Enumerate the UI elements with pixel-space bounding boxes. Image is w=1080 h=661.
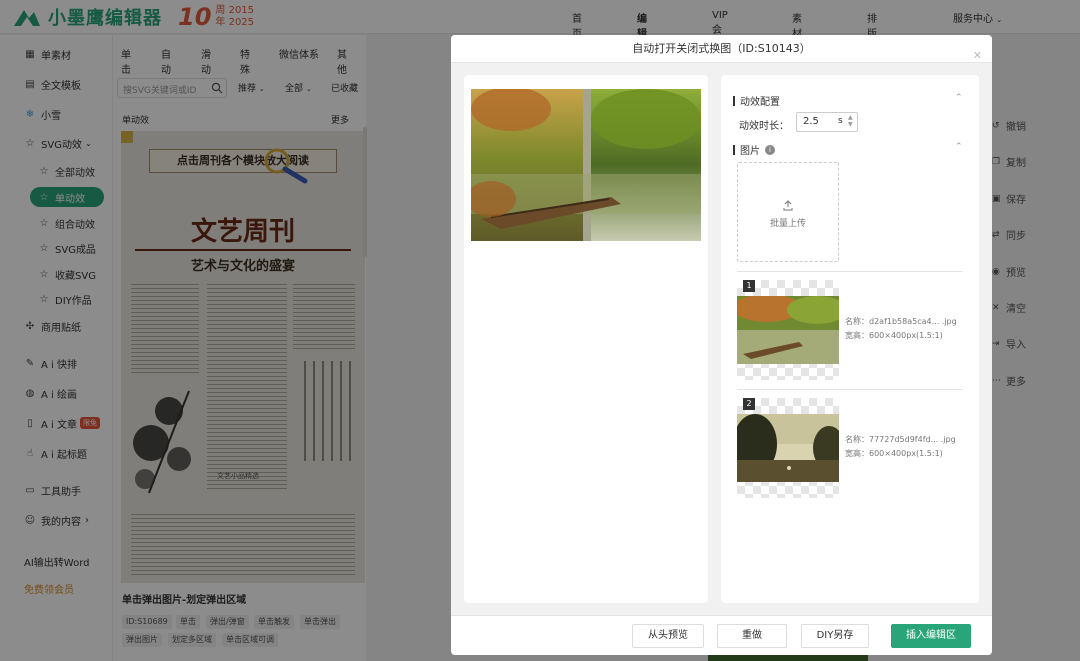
info-icon[interactable]: i [765, 144, 775, 155]
batch-upload-button[interactable]: 批量上传 [737, 162, 839, 262]
modal-title: 自动打开关闭式换图（ID:S10143） [632, 42, 811, 55]
upload-label: 批量上传 [769, 219, 806, 229]
image-item-2-thumbnail[interactable] [737, 398, 839, 498]
modal-header: 自动打开关闭式换图（ID:S10143） ✕ [451, 35, 992, 63]
stepper-down-icon[interactable]: ▼ [848, 121, 853, 128]
stepper-up-icon[interactable]: ▲ [848, 114, 853, 121]
redo-button[interactable]: 重做 [717, 624, 787, 648]
section-effect-config[interactable]: 动效配置 [733, 93, 780, 108]
duration-label: 动效时长： [739, 121, 789, 132]
image-item-1-size: 宽高：600×400px(1.5:1) [845, 331, 943, 340]
image-item-1-thumbnail[interactable] [737, 280, 839, 380]
section-images[interactable]: 图片 i [733, 142, 775, 157]
preview-from-start-button[interactable]: 从头预览 [632, 624, 704, 648]
effect-config-modal: 自动打开关闭式换图（ID:S10143） ✕ 动效配置 ⌃ 动效时长： 2.5 … [451, 35, 992, 655]
close-icon[interactable]: ✕ [973, 42, 982, 70]
landscape-painting-image [737, 414, 839, 482]
chevron-up-icon[interactable]: ⌃ [955, 93, 963, 103]
config-panel: 动效配置 ⌃ 动效时长： 2.5 s ▲ ▼ 图片 i ⌃ 批量上传 1 名称：d2… [721, 75, 979, 603]
lake-boat-image [737, 296, 839, 364]
chevron-up-icon[interactable]: ⌃ [955, 142, 963, 152]
modal-footer: 从头预览 重做 DIY另存 插入编辑区 [451, 615, 992, 655]
preview-image[interactable] [471, 89, 701, 241]
divider [737, 271, 963, 272]
upload-icon [783, 200, 793, 211]
diy-save-as-button[interactable]: DIY另存 [801, 624, 869, 648]
image-item-1-meta: 名称：d2af1b58a5ca4... .jpg 宽高：600×400px(1.… [845, 315, 957, 343]
image-item-2-name: 名称：77727d5d9f4fd... .jpg [845, 435, 956, 444]
duration-unit: s [838, 116, 843, 126]
preview-panel [464, 75, 708, 603]
image-item-1-name: 名称：d2af1b58a5ca4... .jpg [845, 317, 957, 326]
duration-stepper[interactable]: ▲ ▼ [848, 114, 853, 128]
divider [737, 389, 963, 390]
insert-to-editor-button[interactable]: 插入编辑区 [891, 624, 971, 648]
image-item-2-size: 宽高：600×400px(1.5:1) [845, 449, 943, 458]
image-item-2-index: 2 [743, 398, 755, 410]
image-item-1-index: 1 [743, 280, 755, 292]
image-item-2-meta: 名称：77727d5d9f4fd... .jpg 宽高：600×400px(1.… [845, 433, 956, 461]
